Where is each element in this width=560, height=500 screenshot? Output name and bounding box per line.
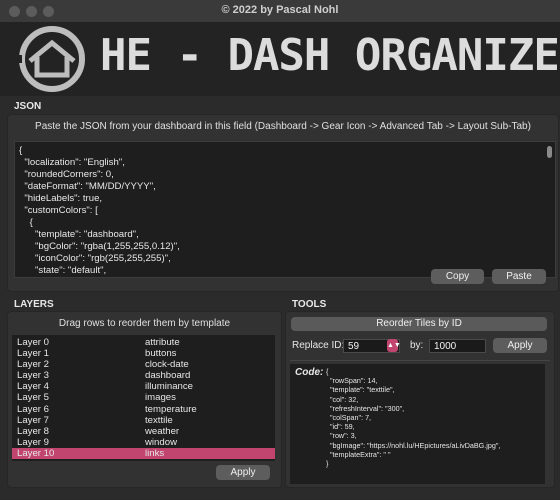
layer-row[interactable]: Layer 8 weather [12, 426, 275, 437]
layer-name: Layer 3 [17, 370, 49, 382]
layer-template: attribute [145, 337, 180, 348]
layer-template: clock-date [145, 359, 189, 371]
layer-row[interactable]: Layer 7 texttile [12, 415, 275, 426]
code-line: "template": "texttile", [326, 385, 395, 395]
json-scrollbar[interactable] [547, 146, 552, 158]
replace-by-input[interactable]: 1000 [429, 339, 486, 353]
layers-list: Layer 0 attribute Layer 1 buttons Layer 2 c… [12, 335, 275, 461]
layer-name: Layer 5 [17, 392, 49, 404]
layer-template: illuminance [145, 381, 193, 393]
layer-name: Layer 6 [17, 403, 49, 415]
house-logo-icon [8, 26, 85, 92]
json-line: "bgColor": "rgba(1,255,255,0.12)", [19, 241, 180, 252]
json-line: "customColors": [ [19, 205, 98, 216]
json-line: { [19, 145, 23, 156]
code-line: { [326, 367, 329, 376]
layer-template: dashboard [145, 370, 191, 382]
layer-name: Layer 8 [17, 425, 49, 437]
layer-row-selected[interactable]: Layer 10 links [12, 447, 275, 460]
tools-section-label: TOOLS [292, 299, 327, 310]
json-line: "dateFormat": "MM/DD/YYYY", [19, 181, 156, 192]
json-line: "localization": "English", [19, 157, 125, 168]
json-line: "state": "default", [19, 265, 107, 276]
layer-name: Layer 2 [17, 359, 49, 371]
layers-hint: Drag rows to reorder them by template [58, 318, 231, 329]
json-textarea[interactable]: { "localization": "English", "roundedCor… [14, 141, 556, 278]
code-line: } [326, 459, 329, 469]
code-line: "bgImage": "https://nohl.lu/HEpictures/a… [326, 440, 501, 450]
reorder-tiles-button[interactable]: Reorder Tiles by ID [291, 317, 547, 331]
layer-row[interactable]: Layer 9 window [12, 437, 275, 448]
tools-apply-button[interactable]: Apply [493, 338, 547, 353]
layers-apply-button[interactable]: Apply [216, 465, 270, 480]
layer-template: weather [145, 425, 180, 437]
app-banner: HE - DASH ORGANIZER [0, 22, 560, 96]
layers-section-label: LAYERS [14, 299, 54, 310]
replace-id-label: Replace ID: [292, 340, 345, 351]
id-stepper-icon[interactable]: ▲▼ [387, 339, 401, 352]
layer-name: Layer 9 [17, 436, 49, 448]
layer-name: Layer 0 [17, 337, 49, 348]
layer-template: buttons [145, 348, 177, 360]
layer-template: temperature [145, 403, 197, 415]
layers-panel: Drag rows to reorder them by template La… [7, 311, 282, 488]
code-output: Code: { "rowSpan": 14, "template": "text… [290, 364, 545, 484]
json-line: "roundedCorners": 0, [19, 169, 114, 180]
json-instructions: Paste the JSON from your dashboard in th… [35, 121, 531, 132]
by-label: by: [410, 340, 424, 351]
code-line: "id": 59, [326, 422, 355, 432]
layer-name: Layer 4 [17, 381, 49, 393]
json-section-label: JSON [14, 101, 42, 112]
layer-row[interactable]: Layer 4 illuminance [12, 381, 275, 392]
layer-template: links [145, 447, 165, 459]
code-line: "colSpan": 7, [326, 413, 372, 423]
json-line: "iconColor": "rgb(255,255,255)", [19, 253, 171, 264]
layer-name: Layer 1 [17, 348, 49, 360]
code-line: "rowSpan": 14, [326, 376, 378, 386]
banner-title: HE - DASH ORGANIZER [100, 30, 560, 81]
code-line: "col": 32, [326, 394, 359, 404]
title-bar: © 2022 by Pascal Nohl [0, 0, 560, 23]
layer-row[interactable]: Layer 6 temperature [12, 404, 275, 415]
layer-template: window [145, 436, 177, 448]
json-line: "template": "dashboard", [19, 229, 139, 240]
code-label: Code: [295, 367, 324, 378]
json-panel: Paste the JSON from your dashboard in th… [7, 114, 559, 292]
paste-button[interactable]: Paste [492, 269, 546, 284]
code-line: "row": 3, [326, 431, 357, 441]
layer-name: Layer 10 [17, 447, 55, 459]
layer-row[interactable]: Layer 1 buttons [12, 348, 275, 359]
layer-row[interactable]: Layer 2 clock-date [12, 359, 275, 370]
copy-button[interactable]: Copy [431, 269, 484, 284]
json-line: { [19, 217, 33, 228]
tools-panel: Reorder Tiles by ID Replace ID: 59 ▲▼ by… [285, 311, 555, 488]
code-line: "templateExtra": " " [326, 449, 391, 459]
layer-name: Layer 7 [17, 414, 49, 426]
window-title: © 2022 by Pascal Nohl [221, 4, 339, 16]
code-line: "refreshInterval": "300", [326, 403, 405, 413]
layer-template: images [145, 392, 176, 404]
layer-row[interactable]: Layer 0 attribute [12, 337, 275, 348]
json-line: "hideLabels": true, [19, 193, 103, 204]
tools-divider [290, 360, 550, 361]
layer-row[interactable]: Layer 3 dashboard [12, 370, 275, 381]
layer-row[interactable]: Layer 5 images [12, 392, 275, 403]
layer-template: texttile [145, 414, 173, 426]
